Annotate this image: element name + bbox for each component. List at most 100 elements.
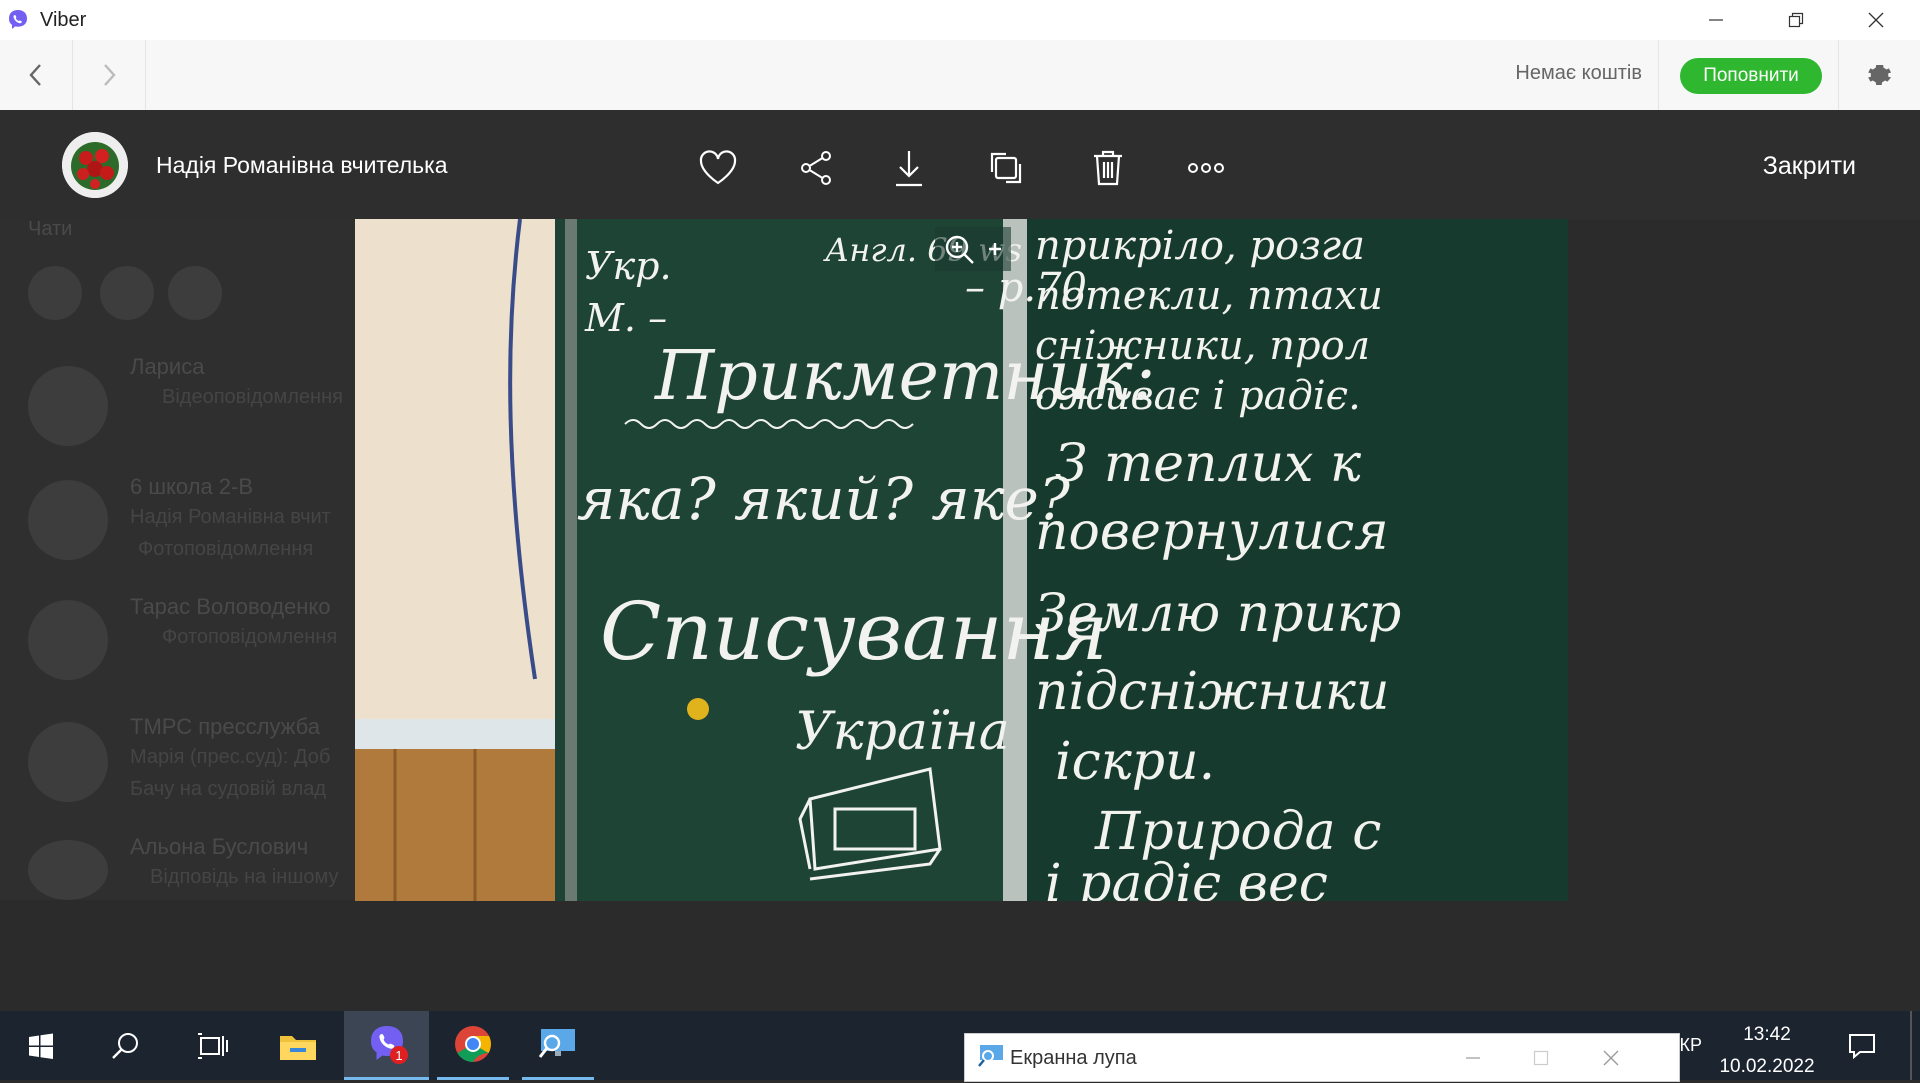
viber-taskbar-button[interactable]: 1 (344, 1011, 429, 1080)
chat-preview: Відеоповідомлення (162, 386, 343, 408)
minimize-icon (1709, 19, 1723, 21)
board-text: оживає і радіє. (1035, 373, 1361, 419)
board-text: Україна (795, 702, 1010, 762)
folder-icon (280, 1035, 316, 1060)
chat-name: Лариса (130, 354, 205, 379)
zoom-in-button[interactable] (935, 227, 1011, 276)
avatar (28, 366, 108, 446)
top-up-button[interactable]: Поповнити (1680, 58, 1822, 94)
chat-name: Тарас Воловоденко (130, 594, 331, 619)
magnifier-icon (978, 1045, 1003, 1067)
action-center-button[interactable] (1832, 1011, 1892, 1080)
board-text: Природа с (1094, 802, 1381, 862)
balance-text: Немає коштів (1515, 62, 1642, 84)
avatar (28, 722, 108, 802)
clock[interactable]: 13:42 10.02.2022 (1700, 1019, 1834, 1083)
magnifier-title: Екранна лупа (1010, 1047, 1137, 1069)
start-button[interactable] (0, 1011, 82, 1080)
photo-view[interactable]: Укр. М. – Англ. 69 ws – р.70 Прикметник:… (355, 219, 1568, 901)
close-window-button[interactable] (1846, 0, 1906, 40)
show-desktop-button[interactable] (1910, 1011, 1912, 1080)
share-icon (801, 151, 831, 185)
viber-logo-icon (9, 10, 27, 29)
share-button[interactable] (794, 146, 838, 190)
chat-preview: Марія (прес.суд): Доб (130, 746, 331, 768)
chats-section-label: Чати (28, 218, 73, 240)
download-icon (896, 151, 922, 187)
forward-button[interactable] (73, 40, 146, 110)
nav-bar: Немає коштів Поповнити (0, 40, 1920, 111)
avatar (28, 840, 108, 900)
task-view-button[interactable] (176, 1011, 248, 1080)
zoom-in-icon (935, 227, 1011, 271)
maximize-icon (1533, 1050, 1549, 1065)
avatar (28, 266, 82, 320)
magnifier-close-button[interactable] (1579, 1034, 1643, 1081)
avatar (100, 266, 154, 320)
board-text: З теплих к (1055, 434, 1362, 494)
divider (1838, 40, 1839, 110)
classroom-photo: Укр. М. – Англ. 69 ws – р.70 Прикметник:… (355, 219, 1568, 901)
board-text: прикріло, розга (1035, 223, 1365, 269)
more-button[interactable] (1184, 146, 1228, 190)
title-bar: Viber (0, 0, 1920, 40)
chat-preview: Бачу на судовій влад (130, 778, 327, 800)
viber-badge: 1 (395, 1048, 402, 1063)
restore-icon (1788, 12, 1804, 28)
board-text: М. – (584, 296, 667, 340)
board-text: повернулися (1035, 502, 1389, 562)
magnifier-taskbar-button[interactable] (522, 1011, 594, 1080)
avatar (168, 266, 222, 320)
board-text: Списування (600, 585, 1108, 678)
windows-logo-icon (29, 1033, 53, 1059)
chat-name: ТМРС пресслужба (130, 714, 320, 739)
chrome-taskbar-button[interactable] (437, 1011, 509, 1080)
download-button[interactable] (887, 146, 931, 190)
board-text: яка? який? яке? (577, 465, 1071, 533)
chat-preview: Фотоповідомлення (138, 538, 314, 560)
magnifier-maximize-button[interactable] (1509, 1034, 1573, 1081)
magnifier-window: Екранна лупа (964, 1033, 1680, 1082)
chat-list-background: Чати Лариса Відеоповідомлення 6 школа 2-… (0, 110, 356, 900)
search-button[interactable] (90, 1011, 162, 1080)
more-icon (1188, 163, 1224, 173)
gear-icon[interactable] (1862, 58, 1896, 92)
trash-icon (1094, 150, 1122, 186)
clock-time: 13:42 (1743, 1024, 1791, 1045)
board-text: Укр. (585, 244, 672, 288)
close-viewer-button[interactable]: Закрити (1763, 152, 1856, 181)
board-text: іскри. (1055, 732, 1215, 792)
restore-button[interactable] (1766, 0, 1826, 40)
board-text: і радіє вес (1045, 854, 1328, 901)
close-icon (1868, 12, 1884, 28)
chat-preview: Надія Романівна вчит (130, 506, 331, 528)
delete-button[interactable] (1086, 146, 1130, 190)
minimize-icon (1466, 1056, 1480, 1059)
forward-media-button[interactable] (984, 146, 1028, 190)
magnifier-minimize-button[interactable] (1441, 1034, 1505, 1081)
rotate-icon (990, 152, 1022, 184)
viber-icon: 1 (370, 1026, 408, 1064)
chrome-icon (455, 1026, 491, 1062)
file-explorer-button[interactable] (262, 1011, 334, 1080)
chat-preview: Фотоповідомлення (162, 626, 338, 648)
search-icon (112, 1032, 138, 1059)
clock-date: 10.02.2022 (1719, 1056, 1815, 1077)
board-text: підсніжники (1035, 662, 1389, 722)
back-button[interactable] (0, 40, 73, 110)
chevron-left-icon (29, 64, 41, 86)
sender-name: Надія Романівна вчителька (156, 152, 448, 178)
minimize-button[interactable] (1686, 0, 1746, 40)
window-title: Viber (40, 8, 87, 31)
heart-icon (699, 150, 737, 185)
chat-name: 6 школа 2-В (130, 474, 254, 499)
board-text: сніжники, прол (1035, 323, 1370, 369)
task-view-icon (198, 1032, 228, 1059)
notification-icon (1849, 1033, 1875, 1059)
chevron-right-icon (104, 64, 116, 86)
media-viewer-header: Надія Романівна вчителька Закрити (0, 110, 1920, 220)
magnifier-icon (538, 1029, 575, 1058)
close-icon (1603, 1050, 1619, 1065)
like-button[interactable] (696, 146, 740, 190)
board-text: потекли, птахи (1035, 273, 1383, 319)
